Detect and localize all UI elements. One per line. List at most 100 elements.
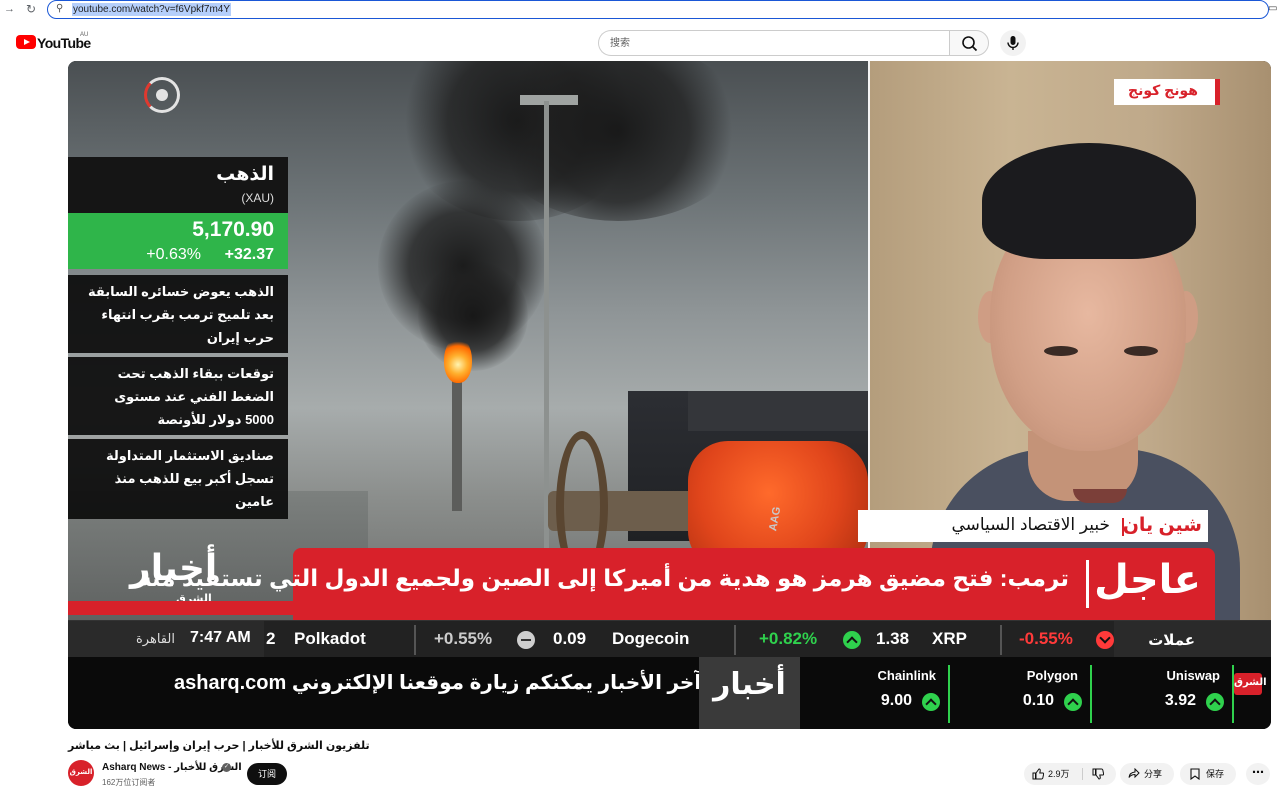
search-input[interactable] — [610, 31, 940, 55]
coin-price: 3.92 — [1164, 692, 1196, 709]
guest-eye — [1124, 346, 1158, 356]
ticker-fragment: 2 — [266, 629, 276, 648]
red-accent-strip — [68, 601, 294, 615]
guest-hair — [982, 143, 1196, 259]
guest-title: خبير الاقتصاد السياسي — [951, 515, 1110, 534]
coin-name: Chainlink — [877, 668, 936, 683]
ticker-city: القاهرة — [136, 631, 175, 646]
channel-name[interactable]: Asharq News - الشرق للأخبار — [102, 762, 242, 773]
youtube-logo[interactable]: YouTube AU — [16, 32, 116, 54]
gold-news-item: توقعات ببقاء الذهب تحت الضغط الفني عند م… — [68, 357, 288, 435]
youtube-play-icon — [16, 35, 36, 49]
ticker-price: 0.09 — [553, 629, 587, 648]
coin-price: 9.00 — [880, 692, 912, 709]
breaking-separator — [1086, 560, 1089, 608]
asharq-logo-icon — [144, 77, 180, 113]
akhbar-box: أخبار — [699, 657, 800, 729]
smoke-plume — [418, 261, 528, 371]
coin-price: 0.10 — [1022, 692, 1054, 709]
gold-price-box: 5,170.90 +32.37 +0.63% — [68, 213, 288, 269]
channel-avatar[interactable]: الشرق — [68, 760, 94, 786]
address-bar[interactable]: ⚲ youtube.com/watch?v=f6Vpkf7m4Y — [47, 0, 1269, 19]
gold-change-percent: +0.63% — [146, 246, 201, 263]
akhbar-box-label: أخبار — [713, 668, 786, 701]
guest-name: شين يان — [1122, 515, 1202, 536]
coin-polygon: Polygon 0.10 — [950, 657, 1092, 729]
like-divider — [1082, 768, 1083, 780]
avatar-text: الشرق — [69, 769, 93, 776]
ticker-track: 2 Polkadot +0.55% 0.09 Dogecoin +0.82% 1… — [264, 621, 1114, 658]
subscribe-button[interactable]: 订阅 — [247, 763, 287, 785]
share-button[interactable]: 分享 — [1120, 763, 1174, 785]
coin-name: Uniswap — [1166, 668, 1220, 683]
subscriber-count: 162万位订阅者 — [102, 778, 156, 787]
coin-uniswap: Uniswap 3.92 — [1092, 657, 1234, 729]
thumbs-up-icon[interactable] — [1032, 768, 1044, 780]
ticker-change: -0.55% — [1019, 629, 1073, 648]
search-icon — [962, 36, 978, 52]
ticker-coin-name: Polkadot — [294, 629, 366, 648]
website-promo: لمتابعة آخر الأخبار يمكنكم زيارة موقعنا … — [174, 672, 775, 694]
video-player[interactable]: AAG الذهب (XAU) 5,170.90 +32.37 +0.63% ا… — [68, 61, 1271, 729]
flare-stack — [452, 371, 462, 511]
ticker-clock: القاهرة 7:47 AM — [68, 621, 264, 658]
gold-symbol: (XAU) — [241, 191, 274, 205]
light-pole-head — [520, 95, 578, 105]
up-arrow-icon — [843, 631, 861, 649]
location-text: هونج كونج — [1128, 82, 1198, 98]
url-text[interactable]: youtube.com/watch?v=f6Vpkf7m4Y — [72, 3, 232, 16]
gold-change-absolute: +32.37 — [224, 246, 274, 263]
region-code: AU — [80, 32, 89, 38]
save-button[interactable]: 保存 — [1180, 763, 1236, 785]
ticker-separator — [414, 625, 416, 655]
flare-flame — [444, 337, 472, 383]
up-arrow-icon — [1064, 693, 1082, 711]
more-actions-icon[interactable]: ⋯ — [1246, 763, 1270, 785]
ticker-separator — [1000, 625, 1002, 655]
microphone-icon — [1007, 36, 1019, 50]
bottom-news-bar: لمتابعة آخر الأخبار يمكنكم زيارة موقعنا … — [68, 657, 1271, 729]
gold-name: الذهب — [216, 164, 274, 185]
location-tag: هونج كونج — [1114, 79, 1220, 105]
reload-icon[interactable]: ↻ — [26, 2, 36, 16]
ticker-change: +0.55% — [434, 629, 493, 648]
share-arrow-icon — [1128, 768, 1140, 779]
bookmark-icon — [1190, 768, 1200, 780]
up-arrow-icon — [922, 693, 940, 711]
save-label: 保存 — [1206, 769, 1225, 779]
verified-check-icon: ✓ — [222, 763, 231, 772]
video-title: تلفزيون الشرق للأخبار | حرب إيران وإسرائ… — [68, 740, 370, 752]
guest-lower-third: شين يان خبير الاقتصاد السياسي — [858, 510, 1208, 542]
ticker-label: عملات — [1148, 632, 1195, 649]
ticker-coin-name: Dogecoin — [612, 629, 690, 648]
breaking-label: عاجل — [1094, 558, 1201, 602]
ticker-coin-name: XRP — [932, 629, 967, 648]
browser-toolbar: → ↻ ⚲ youtube.com/watch?v=f6Vpkf7m4Y ▭ — [0, 0, 1280, 20]
guest-mouth — [1073, 489, 1127, 503]
ticker-price: 1.38 — [876, 629, 910, 648]
gold-price: 5,170.90 — [192, 218, 274, 241]
asharq-brand-badge: الشرق — [1234, 673, 1267, 695]
ticker-label-box: عملات — [1114, 621, 1271, 658]
ship-cabin — [688, 391, 868, 431]
site-settings-icon[interactable]: ⚲ — [56, 3, 63, 14]
gold-news-item: الذهب يعوض خسائره السابقة بعد تلميح ترمب… — [68, 275, 288, 353]
flat-change-icon — [517, 631, 535, 649]
screen-cast-icon[interactable]: ▭ — [1268, 3, 1277, 14]
crypto-ticker: القاهرة 7:47 AM 2 Polkadot +0.55% 0.09 D… — [68, 620, 1271, 658]
thumbs-down-icon[interactable] — [1092, 768, 1104, 780]
down-arrow-icon — [1096, 631, 1114, 649]
breaking-headline: ترمب: فتح مضيق هرمز هو هدية من أميركا إل… — [137, 565, 1069, 591]
breaking-news-bar: عاجل ترمب: فتح مضيق هرمز هو هدية من أمير… — [138, 548, 1215, 620]
voice-search-button[interactable] — [1000, 30, 1026, 56]
guest-separator — [1122, 518, 1124, 536]
guest-eye — [1044, 346, 1078, 356]
ticker-separator — [734, 625, 736, 655]
up-arrow-icon — [1206, 693, 1224, 711]
forward-arrow-icon[interactable]: → — [4, 3, 15, 15]
brand-text: الشرق — [1234, 677, 1267, 688]
search-button[interactable] — [949, 30, 989, 56]
search-box — [598, 30, 950, 56]
gold-header: الذهب (XAU) — [68, 157, 288, 213]
like-count[interactable]: 2.9万 — [1048, 763, 1070, 785]
